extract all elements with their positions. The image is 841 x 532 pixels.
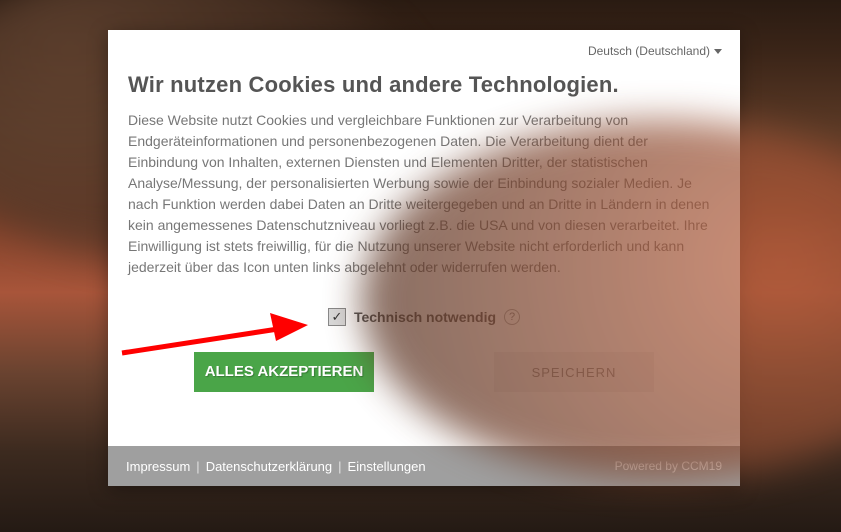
- language-label: Deutsch (Deutschland): [588, 44, 710, 58]
- necessary-label: Technisch notwendig: [354, 309, 496, 325]
- footer-link-einstellungen[interactable]: Einstellungen: [348, 459, 426, 474]
- accept-all-button[interactable]: ALLES AKZEPTIEREN: [194, 352, 374, 392]
- footer-link-impressum[interactable]: Impressum: [126, 459, 190, 474]
- necessary-checkbox[interactable]: ✓: [328, 308, 346, 326]
- modal-body: Deutsch (Deutschland) Wir nutzen Cookies…: [108, 30, 740, 446]
- save-button[interactable]: SPEICHERN: [494, 352, 654, 392]
- button-row: ALLES AKZEPTIEREN SPEICHERN: [128, 352, 720, 392]
- chevron-down-icon: [714, 49, 722, 54]
- help-icon[interactable]: ?: [504, 309, 520, 325]
- powered-by: Powered by CCM19: [615, 459, 722, 473]
- cookie-consent-modal: Deutsch (Deutschland) Wir nutzen Cookies…: [108, 30, 740, 486]
- footer-links: Impressum | Datenschutzerklärung | Einst…: [126, 459, 426, 474]
- modal-footer: Impressum | Datenschutzerklärung | Einst…: [108, 446, 740, 486]
- footer-link-datenschutz[interactable]: Datenschutzerklärung: [206, 459, 332, 474]
- modal-description: Diese Website nutzt Cookies und vergleic…: [128, 110, 720, 278]
- language-selector[interactable]: Deutsch (Deutschland): [588, 44, 722, 58]
- footer-separator: |: [338, 459, 341, 474]
- necessary-cookies-row: ✓ Technisch notwendig ?: [128, 308, 720, 326]
- footer-separator: |: [196, 459, 199, 474]
- modal-title: Wir nutzen Cookies und andere Technologi…: [128, 72, 720, 98]
- background-image: Deutsch (Deutschland) Wir nutzen Cookies…: [0, 0, 841, 532]
